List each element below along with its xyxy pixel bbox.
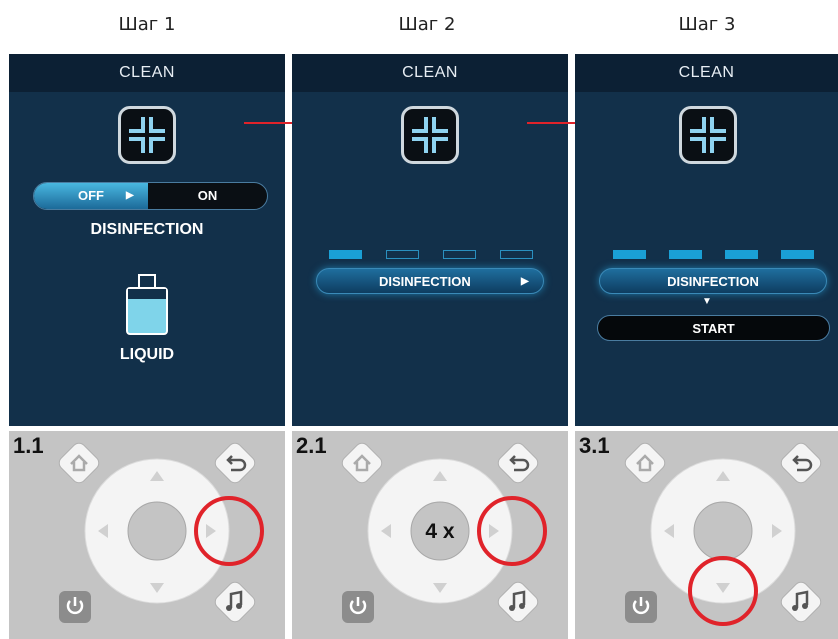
screen-step-1: CLEAN OFF ▶ ON DISINFECTION LIQUID [9, 54, 285, 426]
liquid-label: LIQUID [119, 346, 175, 363]
progress-segment [386, 250, 419, 259]
disinfection-toggle[interactable]: OFF ▶ ON [33, 182, 268, 210]
arrow-down-icon: ▼ [702, 296, 712, 307]
progress-segment [781, 250, 814, 259]
clean-icon[interactable] [118, 106, 176, 164]
remote-step-3: 3.1 [575, 431, 838, 639]
progress-segment [725, 250, 758, 259]
back-icon[interactable] [495, 440, 540, 485]
disinfection-label: DISINFECTION [90, 221, 204, 238]
toggle-on-label[interactable]: ON [148, 183, 267, 209]
progress-segment [500, 250, 533, 259]
start-label: START [692, 321, 735, 336]
disinfection-pill[interactable]: DISINFECTION ▶ [316, 268, 544, 294]
screen-header: CLEAN [292, 54, 568, 92]
music-icon[interactable] [778, 579, 823, 624]
disinfection-pill-label: DISINFECTION [379, 274, 471, 289]
power-icon[interactable] [342, 591, 374, 623]
disinfection-pill[interactable]: DISINFECTION [599, 268, 827, 294]
disinfection-pill-label: DISINFECTION [667, 274, 759, 289]
progress-segment [329, 250, 362, 259]
dpad-center-button[interactable] [127, 501, 187, 561]
toggle-off-segment[interactable]: OFF ▶ [34, 183, 148, 209]
clean-icon[interactable] [679, 106, 737, 164]
start-button[interactable]: START [597, 315, 830, 341]
clean-icon[interactable] [401, 106, 459, 164]
step-3-title: Шаг 3 [678, 14, 736, 35]
screen-step-3: CLEAN DISINFECTION ▼ START [575, 54, 838, 426]
step-1-title: Шаг 1 [118, 14, 176, 35]
toggle-off-label: OFF [78, 188, 104, 203]
progress-segment [443, 250, 476, 259]
back-icon[interactable] [778, 440, 823, 485]
back-icon[interactable] [212, 440, 257, 485]
remote-step-2: 2.1 4 x [292, 431, 568, 639]
bottle-icon [126, 274, 168, 335]
screen-header: CLEAN [575, 54, 838, 92]
dpad-center-button[interactable] [693, 501, 753, 561]
power-icon[interactable] [625, 591, 657, 623]
progress-segment [669, 250, 702, 259]
arrow-right-icon: ▶ [521, 276, 529, 287]
power-icon[interactable] [59, 591, 91, 623]
home-icon[interactable] [622, 440, 667, 485]
progress-segment [613, 250, 646, 259]
screen-header: CLEAN [9, 54, 285, 92]
screen-step-2: CLEAN DISINFECTION ▶ [292, 54, 568, 426]
repeat-count: 4 x [425, 520, 455, 543]
home-icon[interactable] [339, 440, 384, 485]
step-2-title: Шаг 2 [398, 14, 456, 35]
home-icon[interactable] [56, 440, 101, 485]
remote-step-1: 1.1 [9, 431, 285, 639]
music-icon[interactable] [495, 579, 540, 624]
music-icon[interactable] [212, 579, 257, 624]
arrow-right-icon: ▶ [126, 190, 134, 201]
